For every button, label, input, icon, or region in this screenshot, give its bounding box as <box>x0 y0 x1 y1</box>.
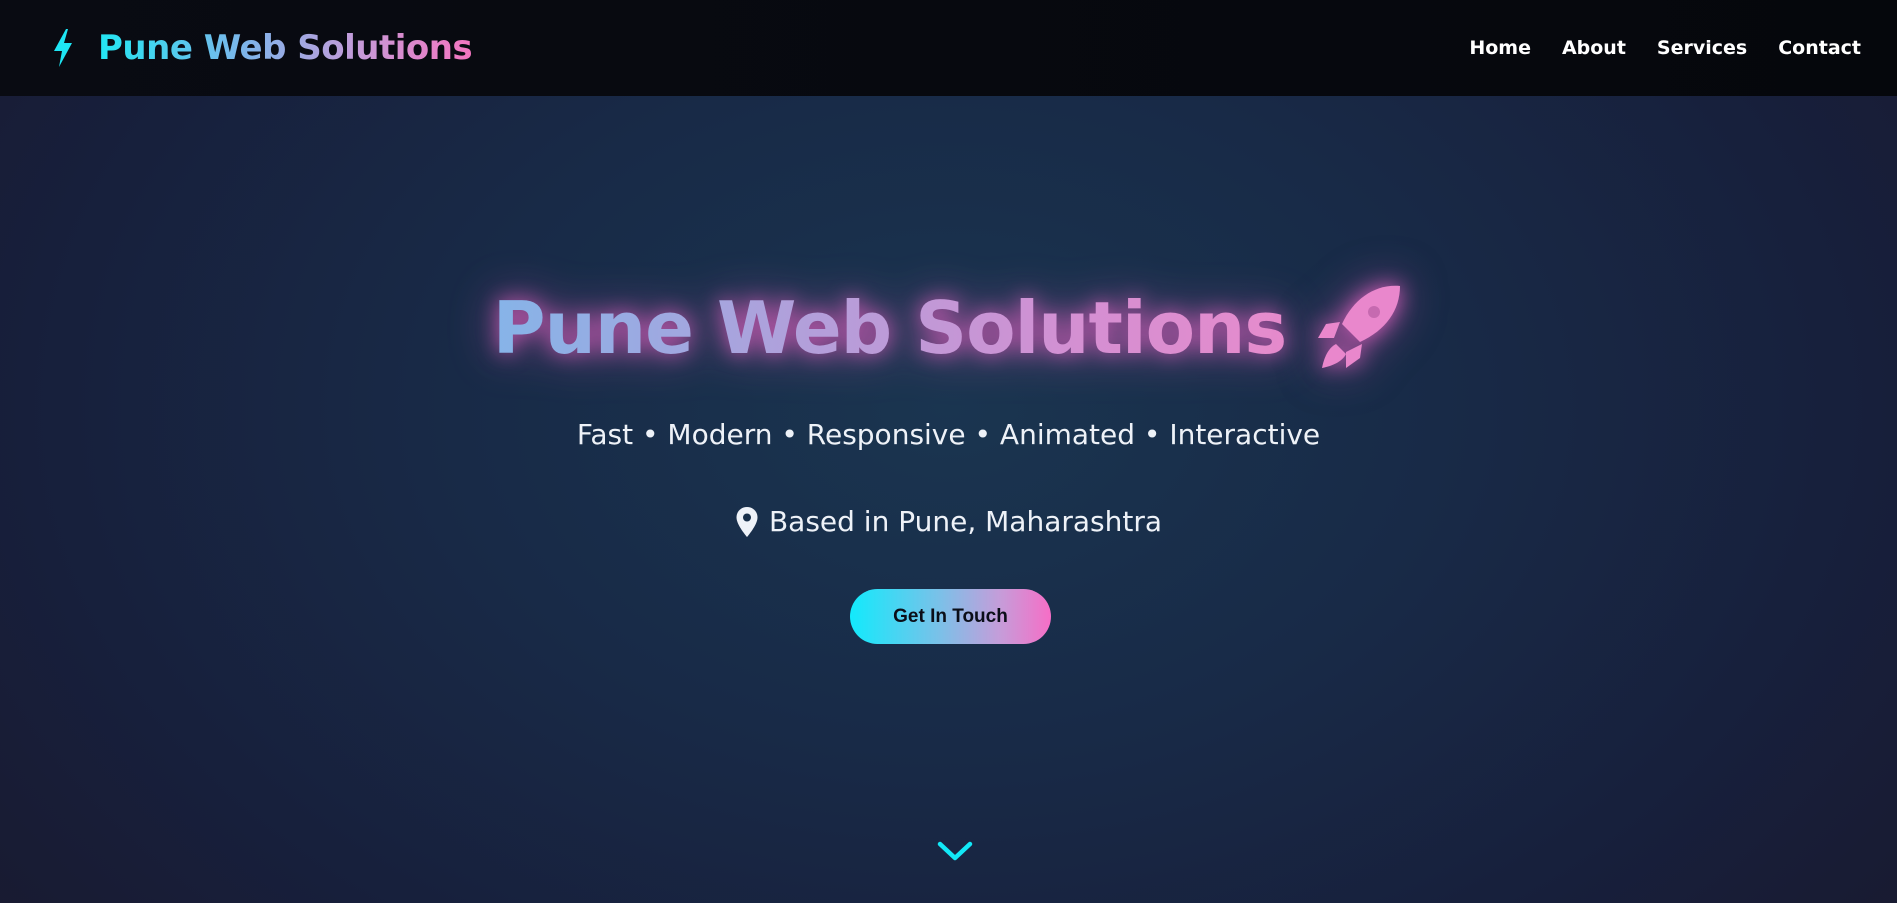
page: Pune Web Solutions Home About Services C… <box>0 0 1897 903</box>
nav-link-about[interactable]: About <box>1562 37 1626 59</box>
rocket-icon <box>1318 285 1401 368</box>
hero-title: Pune Web Solutions <box>0 284 1897 372</box>
get-in-touch-button[interactable]: Get In Touch <box>850 589 1051 644</box>
nav-link-home[interactable]: Home <box>1469 37 1531 59</box>
nav-link-contact[interactable]: Contact <box>1778 37 1861 59</box>
location: Based in Pune, Maharashtra <box>0 505 1897 538</box>
bolt-icon <box>54 29 72 67</box>
chevron-down-icon[interactable] <box>936 838 974 864</box>
nav-link-services[interactable]: Services <box>1657 37 1747 59</box>
hero-title-text: Pune Web Solutions <box>492 286 1287 370</box>
nav-links: Home About Services Contact <box>1469 37 1861 59</box>
location-text: Based in Pune, Maharashtra <box>768 505 1163 538</box>
map-pin-icon <box>736 506 758 537</box>
navbar: Pune Web Solutions Home About Services C… <box>0 0 1897 96</box>
brand-name[interactable]: Pune Web Solutions <box>98 28 473 68</box>
hero-tagline: Fast • Modern • Responsive • Animated • … <box>576 418 1321 451</box>
brand[interactable]: Pune Web Solutions <box>50 28 473 68</box>
